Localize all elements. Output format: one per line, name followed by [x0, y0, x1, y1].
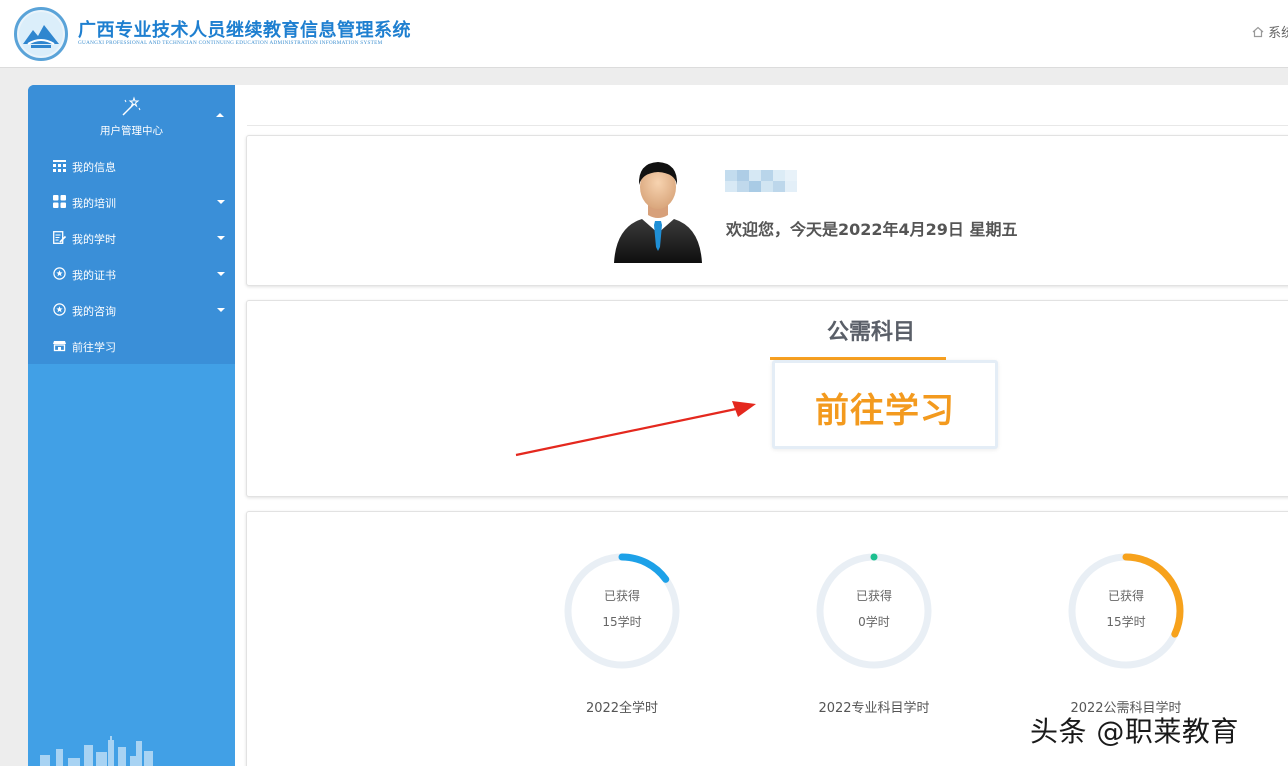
grid-icon: [53, 160, 66, 172]
sidebar-item-label: 前往学习: [72, 341, 116, 354]
sidebar-item-label: 我的培训: [72, 197, 116, 210]
expand-caret-icon: [217, 236, 225, 240]
welcome-card: 欢迎您，今天是2022年4月29日 星期五: [246, 135, 1288, 286]
magic-wand-icon: [122, 96, 141, 116]
sidebar-item-my-info[interactable]: 我的信息: [28, 148, 235, 184]
go-study-button[interactable]: 前往学习: [772, 360, 998, 449]
sidebar-item-my-certificates[interactable]: 我的证书: [28, 256, 235, 292]
go-study-label: 前往学习: [815, 391, 955, 431]
annotation-arrow: [515, 401, 756, 457]
home-icon: [1252, 26, 1264, 38]
content-divider: [247, 125, 1288, 126]
site-title: 广西专业技术人员继续教育信息管理系统: [78, 20, 411, 41]
course-title: 公需科目: [827, 320, 916, 345]
edit-doc-icon: [53, 231, 66, 244]
sidebar-item-my-training[interactable]: 我的培训: [28, 184, 235, 220]
site-logo[interactable]: [14, 7, 68, 61]
expand-caret-icon: [217, 200, 225, 204]
stat-value: 15学时: [1106, 615, 1146, 629]
home-link[interactable]: 系统: [1252, 22, 1288, 41]
sidebar-item-my-consultation[interactable]: 我的咨询: [28, 292, 235, 328]
city-skyline-decoration: [40, 736, 153, 766]
expand-caret-icon: [217, 272, 225, 276]
stat-label: 已获得: [855, 589, 892, 603]
store-icon: [53, 341, 66, 352]
stat-caption: 2022专业科目学时: [818, 701, 930, 716]
home-link-label: 系统: [1268, 26, 1288, 41]
site-subtitle: GUANGXI PROFESSIONAL AND TECHNICIAN CONT…: [78, 40, 383, 46]
welcome-message: 欢迎您，今天是2022年4月29日 星期五: [726, 220, 1018, 239]
sidebar-section-label: 用户管理中心: [100, 125, 163, 137]
watermark-text: 头条 @职莱教育: [1030, 715, 1239, 748]
stat-caption: 2022全学时: [585, 701, 659, 716]
stat-value: 15学时: [602, 615, 642, 629]
apps-icon: [53, 195, 66, 208]
user-name-redacted: [725, 170, 797, 192]
progress-ring: [1068, 553, 1184, 669]
badge-icon: [53, 303, 66, 316]
badge-icon: [53, 267, 66, 280]
top-header: 广西专业技术人员继续教育信息管理系统 GUANGXI PROFESSIONAL …: [0, 0, 1288, 68]
sidebar-item-my-hours[interactable]: 我的学时: [28, 220, 235, 256]
progress-ring: [564, 553, 680, 669]
progress-ring: [816, 553, 932, 669]
sidebar-item-label: 我的咨询: [72, 305, 116, 318]
progress-ring-track: [816, 553, 932, 669]
user-avatar: [614, 162, 702, 263]
course-card: 公需科目 前往学习: [246, 300, 1288, 497]
stat-value: 0学时: [858, 615, 890, 629]
stat-label: 已获得: [1107, 589, 1144, 603]
sidebar-item-go-study[interactable]: 前往学习: [28, 328, 235, 364]
sidebar-item-label: 我的信息: [72, 161, 116, 174]
sidebar-section-header[interactable]: 用户管理中心: [28, 85, 235, 145]
sidebar-item-label: 我的证书: [72, 269, 116, 282]
expand-caret-icon: [217, 308, 225, 312]
stat-label: 已获得: [603, 589, 640, 603]
sidebar-menu: 用户管理中心 我的信息 我的培训 我的学时 我的证书 我的咨询 前往学习: [28, 85, 235, 364]
sidebar: 用户管理中心 我的信息 我的培训 我的学时 我的证书 我的咨询 前往学习: [28, 85, 235, 766]
collapse-caret-icon: [216, 113, 224, 117]
sidebar-item-label: 我的学时: [72, 233, 116, 246]
